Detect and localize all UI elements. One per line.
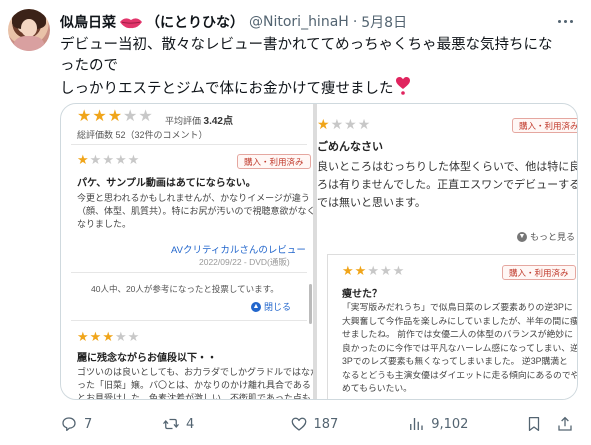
review-stars-right: ★ ★ ★ ★ <box>317 116 371 132</box>
total-ratings: 総評価数 52（32件のコメント） <box>77 130 208 140</box>
reply-button[interactable]: 7 <box>60 415 162 433</box>
review-stars: ★ ★ ★ ★ ★ <box>77 152 140 167</box>
review-title-2: 麗に残念ながらお値段以下・・ <box>77 353 217 364</box>
review-stars-inset: ★ ★ ★ ★ ★ <box>342 263 405 278</box>
tweet-image[interactable]: ★ ★ ★ ★ ★ 平均評価 3.42点 総評価数 52（32件のコメント） ★ ★ ★ ★ ★… <box>60 103 578 400</box>
review-inset: ★ ★ ★ ★ ★ 購入・利用済み 痩せた？ 「実写版みだれうち」で似鳥日菜のレズ要素あ… <box>327 254 578 399</box>
bookmark-icon <box>528 416 540 432</box>
rating-stars: ★ ★ ★ ★ ★ <box>77 108 153 125</box>
reply-icon <box>62 417 76 432</box>
review-body-inset: 「実写版みだれうち」で似鳥日菜のレズ要素ありの逆3Pに 大興奮して今作品を楽しみ… <box>342 302 578 393</box>
review-body-right: 良いところはむっちりした体型くらいで、他は特に良いとこ ろは有りませんでした。正… <box>317 161 577 209</box>
review-title-inset: 痩せた？ <box>342 289 382 300</box>
retweet-count: 4 <box>186 416 195 432</box>
share-button[interactable] <box>556 415 580 433</box>
purchased-badge-right: 購入・利用済み <box>512 118 577 133</box>
retweet-button[interactable]: 4 <box>162 415 290 433</box>
author-name[interactable]: 似鳥日菜 <box>60 12 116 32</box>
tweet-line: ったので <box>60 58 118 74</box>
separator-dot: · <box>352 14 358 30</box>
views-icon <box>410 418 423 430</box>
bookmark-button[interactable] <box>525 415 549 433</box>
heart-icon <box>291 417 306 431</box>
review-stars-2: ★ ★ ★ ★ ★ <box>77 329 140 344</box>
view-count: 9,102 <box>431 416 469 432</box>
views-button[interactable]: 9,102 <box>407 415 525 433</box>
purchased-badge-inset: 購入・利用済み <box>502 265 576 280</box>
review-body-2: ゴツいのは良いとしても、お力ラダでしかグラドルではなか った「旧菜」嬢。バ〇とは… <box>77 367 320 400</box>
review-title-right: ごめんなさい <box>317 141 383 153</box>
avatar[interactable] <box>8 9 50 51</box>
tweet-header: 似鳥日菜 （にとりひな） @Nitori_hinaH · 5月8日 <box>60 12 407 32</box>
retweet-icon <box>163 418 179 430</box>
tweet-line-last: しっかりエステとジムで体にお金かけて痩せました <box>60 77 580 102</box>
like-button[interactable]: 187 <box>290 415 408 433</box>
avg-rating: 平均評価 3.42点 <box>165 116 233 127</box>
close-button[interactable]: ▲ 閉じる <box>251 300 291 313</box>
more-options-icon[interactable] <box>553 12 577 30</box>
share-icon <box>558 416 573 431</box>
author-handle[interactable]: @Nitori_hinaH <box>249 14 349 30</box>
tweet-date[interactable]: 5月8日 <box>361 12 407 32</box>
reply-count: 7 <box>84 416 93 432</box>
review-panel-right: ★ ★ ★ ★ 購入・利用済み ごめんなさい 良いところはむっちりした体型くらいで、他… <box>317 104 578 399</box>
review-body: 今更と思われるかもしれませんが、かなりイメージが違う （顔、体型、肌質共）。特に… <box>77 193 316 229</box>
reviewer-link[interactable]: AVクリティカルさんのレビュー <box>171 242 306 256</box>
red-heart-icon <box>395 77 410 102</box>
action-bar: 7 4 187 9,102 <box>60 412 580 436</box>
review-meta: 2022/09/22 - DVD(通販) <box>199 257 290 267</box>
review-panel-left: ★ ★ ★ ★ ★ 平均評価 3.42点 総評価数 52（32件のコメント） ★ ★ ★ ★ ★… <box>61 104 319 399</box>
helpful-count: 40人中、20人が参考になったと投票しています。 <box>91 284 279 294</box>
purchased-badge: 購入・利用済み <box>237 154 311 169</box>
like-count: 187 <box>313 416 339 432</box>
tweet-line: デビュー当初、散々なレビュー書かれててめっちゃくちゃ最悪な気持ちにな <box>60 37 553 53</box>
review-title: パケ、サンプル動画はあてにならない。 <box>77 178 256 189</box>
scrollbar[interactable] <box>309 284 312 324</box>
tweet-text: デビュー当初、散々なレビュー書かれててめっちゃくちゃ最悪な気持ちにな ったので … <box>60 35 580 102</box>
show-more-button[interactable]: ▼ もっと見る <box>517 230 575 243</box>
lips-icon <box>119 16 143 29</box>
author-name-kana[interactable]: （にとりひな） <box>146 12 244 32</box>
